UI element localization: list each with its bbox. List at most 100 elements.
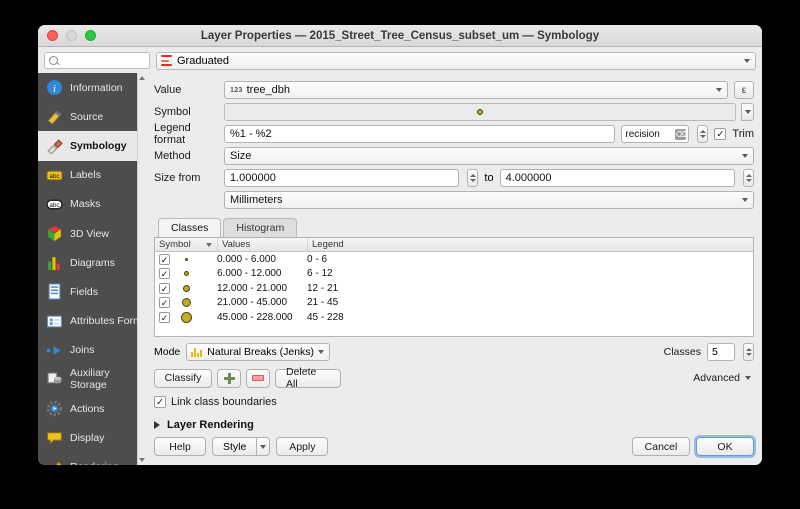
cell-legend[interactable]: 0 - 6 bbox=[307, 254, 753, 265]
class-symbol-preview[interactable] bbox=[179, 311, 193, 323]
sidebar-item-3d-view[interactable]: 3D View bbox=[38, 219, 146, 248]
cell-values[interactable]: 21.000 - 45.000 bbox=[217, 297, 307, 308]
cell-values[interactable]: 45.000 - 228.000 bbox=[217, 312, 307, 323]
table-row[interactable]: ✓ 12.000 - 21.000 12 - 21 bbox=[155, 281, 753, 296]
column-header-legend[interactable]: Legend bbox=[307, 238, 753, 251]
close-button-icon[interactable] bbox=[47, 30, 58, 41]
size-from-input[interactable]: 1.000000 bbox=[224, 169, 460, 187]
sidebar-item-diagrams[interactable]: Diagrams bbox=[38, 248, 146, 277]
advanced-menu-button[interactable]: Advanced bbox=[690, 369, 754, 388]
stepper-up-icon[interactable] bbox=[469, 174, 476, 177]
size-to-stepper[interactable] bbox=[743, 169, 754, 187]
search-input[interactable] bbox=[61, 54, 145, 67]
cell-legend[interactable]: 6 - 12 bbox=[307, 268, 753, 279]
class-visible-checkbox[interactable]: ✓ bbox=[159, 297, 170, 309]
style-dropdown-button[interactable] bbox=[256, 437, 271, 456]
window-titlebar[interactable]: Layer Properties — 2015_Street_Tree_Cens… bbox=[38, 25, 762, 47]
class-symbol-preview[interactable] bbox=[179, 298, 193, 308]
delete-all-button[interactable]: Delete All bbox=[275, 366, 341, 390]
cell-values[interactable]: 0.000 - 6.000 bbox=[217, 254, 307, 265]
classify-button[interactable]: Classify bbox=[154, 368, 212, 388]
stepper-up-icon[interactable] bbox=[745, 174, 752, 177]
classes-count-input[interactable]: 5 bbox=[707, 343, 735, 361]
delete-class-button[interactable] bbox=[246, 368, 270, 388]
table-row[interactable]: ✓ 6.000 - 12.000 6 - 12 bbox=[155, 267, 753, 282]
legend-format-row: Legend format %1 - %2 recision ⌫ ✓ Trim bbox=[154, 122, 754, 146]
class-visible-checkbox[interactable]: ✓ bbox=[159, 268, 170, 280]
sidebar-item-rendering[interactable]: Rendering bbox=[38, 452, 146, 465]
sidebar-item-masks[interactable]: abc Masks bbox=[38, 190, 146, 219]
cell-legend[interactable]: 12 - 21 bbox=[307, 283, 753, 294]
stepper-down-icon[interactable] bbox=[699, 135, 706, 138]
class-symbol-preview[interactable] bbox=[179, 284, 193, 292]
column-header-symbol[interactable]: Symbol bbox=[155, 238, 217, 251]
class-visible-checkbox[interactable]: ✓ bbox=[159, 253, 170, 265]
precision-stepper[interactable] bbox=[697, 125, 709, 143]
cell-values[interactable]: 12.000 - 21.000 bbox=[217, 283, 307, 294]
renderer-type-combo[interactable]: Graduated bbox=[156, 51, 756, 70]
layer-rendering-section[interactable]: Layer Rendering bbox=[154, 415, 754, 435]
cell-symbol: ✓ bbox=[155, 282, 217, 294]
sidebar-item-label: Source bbox=[70, 110, 104, 123]
size-units-combo[interactable]: Millimeters bbox=[224, 191, 754, 209]
help-button[interactable]: Help bbox=[154, 437, 206, 456]
sidebar-item-actions[interactable]: Actions bbox=[38, 394, 146, 423]
cell-legend[interactable]: 45 - 228 bbox=[307, 312, 753, 323]
sidebar-item-fields[interactable]: Fields bbox=[38, 277, 146, 306]
layer-properties-window: Layer Properties — 2015_Street_Tree_Cens… bbox=[38, 25, 762, 465]
symbol-dropdown-button[interactable] bbox=[741, 103, 754, 121]
trim-label: Trim bbox=[732, 128, 754, 140]
sidebar-item-display[interactable]: Display bbox=[38, 423, 146, 452]
sidebar-item-source[interactable]: Source bbox=[38, 102, 146, 131]
table-row[interactable]: ✓ 21.000 - 45.000 21 - 45 bbox=[155, 296, 753, 311]
link-class-boundaries-checkbox[interactable]: ✓ bbox=[154, 396, 166, 408]
minimize-button-icon[interactable] bbox=[66, 30, 77, 41]
sidebar-item-information[interactable]: i Information bbox=[38, 73, 146, 102]
sidebar-item-labels[interactable]: abc Labels bbox=[38, 161, 146, 190]
scroll-down-icon[interactable] bbox=[139, 458, 145, 462]
stepper-down-icon[interactable] bbox=[469, 179, 476, 182]
method-combo[interactable]: Size bbox=[224, 147, 754, 165]
table-row[interactable]: ✓ 0.000 - 6.000 0 - 6 bbox=[155, 252, 753, 267]
class-symbol-preview[interactable] bbox=[179, 271, 193, 277]
sidebar-item-attributes-form[interactable]: Attributes Form bbox=[38, 307, 146, 336]
class-visible-checkbox[interactable]: ✓ bbox=[159, 311, 170, 323]
trim-checkbox[interactable]: ✓ bbox=[714, 128, 727, 140]
stepper-up-icon[interactable] bbox=[745, 348, 752, 351]
add-class-icon bbox=[223, 372, 235, 384]
class-symbol-preview[interactable] bbox=[179, 257, 193, 261]
symbol-preview[interactable] bbox=[224, 103, 736, 121]
table-row[interactable]: ✓ 45.000 - 228.000 45 - 228 bbox=[155, 310, 753, 325]
classes-count-stepper[interactable] bbox=[743, 343, 754, 361]
style-button[interactable]: Style bbox=[212, 437, 257, 456]
renderer-type-label: Graduated bbox=[177, 54, 229, 67]
value-field-combo[interactable]: 123 tree_dbh bbox=[224, 81, 728, 99]
expression-button[interactable]: ε bbox=[734, 81, 754, 99]
cancel-button[interactable]: Cancel bbox=[632, 437, 690, 456]
add-class-button[interactable] bbox=[217, 368, 241, 388]
class-visible-checkbox[interactable]: ✓ bbox=[159, 282, 170, 294]
cell-values[interactable]: 6.000 - 12.000 bbox=[217, 268, 307, 279]
size-to-input[interactable]: 4.000000 bbox=[499, 169, 735, 187]
cell-legend[interactable]: 21 - 45 bbox=[307, 297, 753, 308]
sidebar-item-auxiliary-storage[interactable]: Auxiliary Storage bbox=[38, 365, 146, 394]
tab-classes[interactable]: Classes bbox=[158, 218, 222, 237]
size-from-stepper[interactable] bbox=[467, 169, 479, 187]
column-header-values[interactable]: Values bbox=[217, 238, 307, 251]
maximize-button-icon[interactable] bbox=[85, 30, 96, 41]
legend-format-input[interactable]: %1 - %2 bbox=[224, 125, 616, 143]
clear-icon[interactable]: ⌫ bbox=[675, 128, 687, 140]
stepper-down-icon[interactable] bbox=[745, 179, 752, 182]
mode-combo[interactable]: Natural Breaks (Jenks) bbox=[186, 343, 331, 361]
stepper-down-icon[interactable] bbox=[745, 353, 752, 356]
apply-button[interactable]: Apply bbox=[276, 437, 329, 456]
precision-field[interactable]: recision ⌫ bbox=[621, 125, 690, 143]
scroll-up-icon[interactable] bbox=[139, 76, 145, 80]
sidebar-scrollbar[interactable] bbox=[137, 73, 146, 465]
ok-button[interactable]: OK bbox=[696, 437, 754, 456]
sidebar-item-joins[interactable]: Joins bbox=[38, 336, 146, 365]
stepper-up-icon[interactable] bbox=[699, 130, 706, 133]
search-box[interactable] bbox=[44, 52, 150, 69]
tab-histogram[interactable]: Histogram bbox=[223, 218, 298, 237]
sidebar-item-symbology[interactable]: Symbology bbox=[38, 131, 146, 161]
